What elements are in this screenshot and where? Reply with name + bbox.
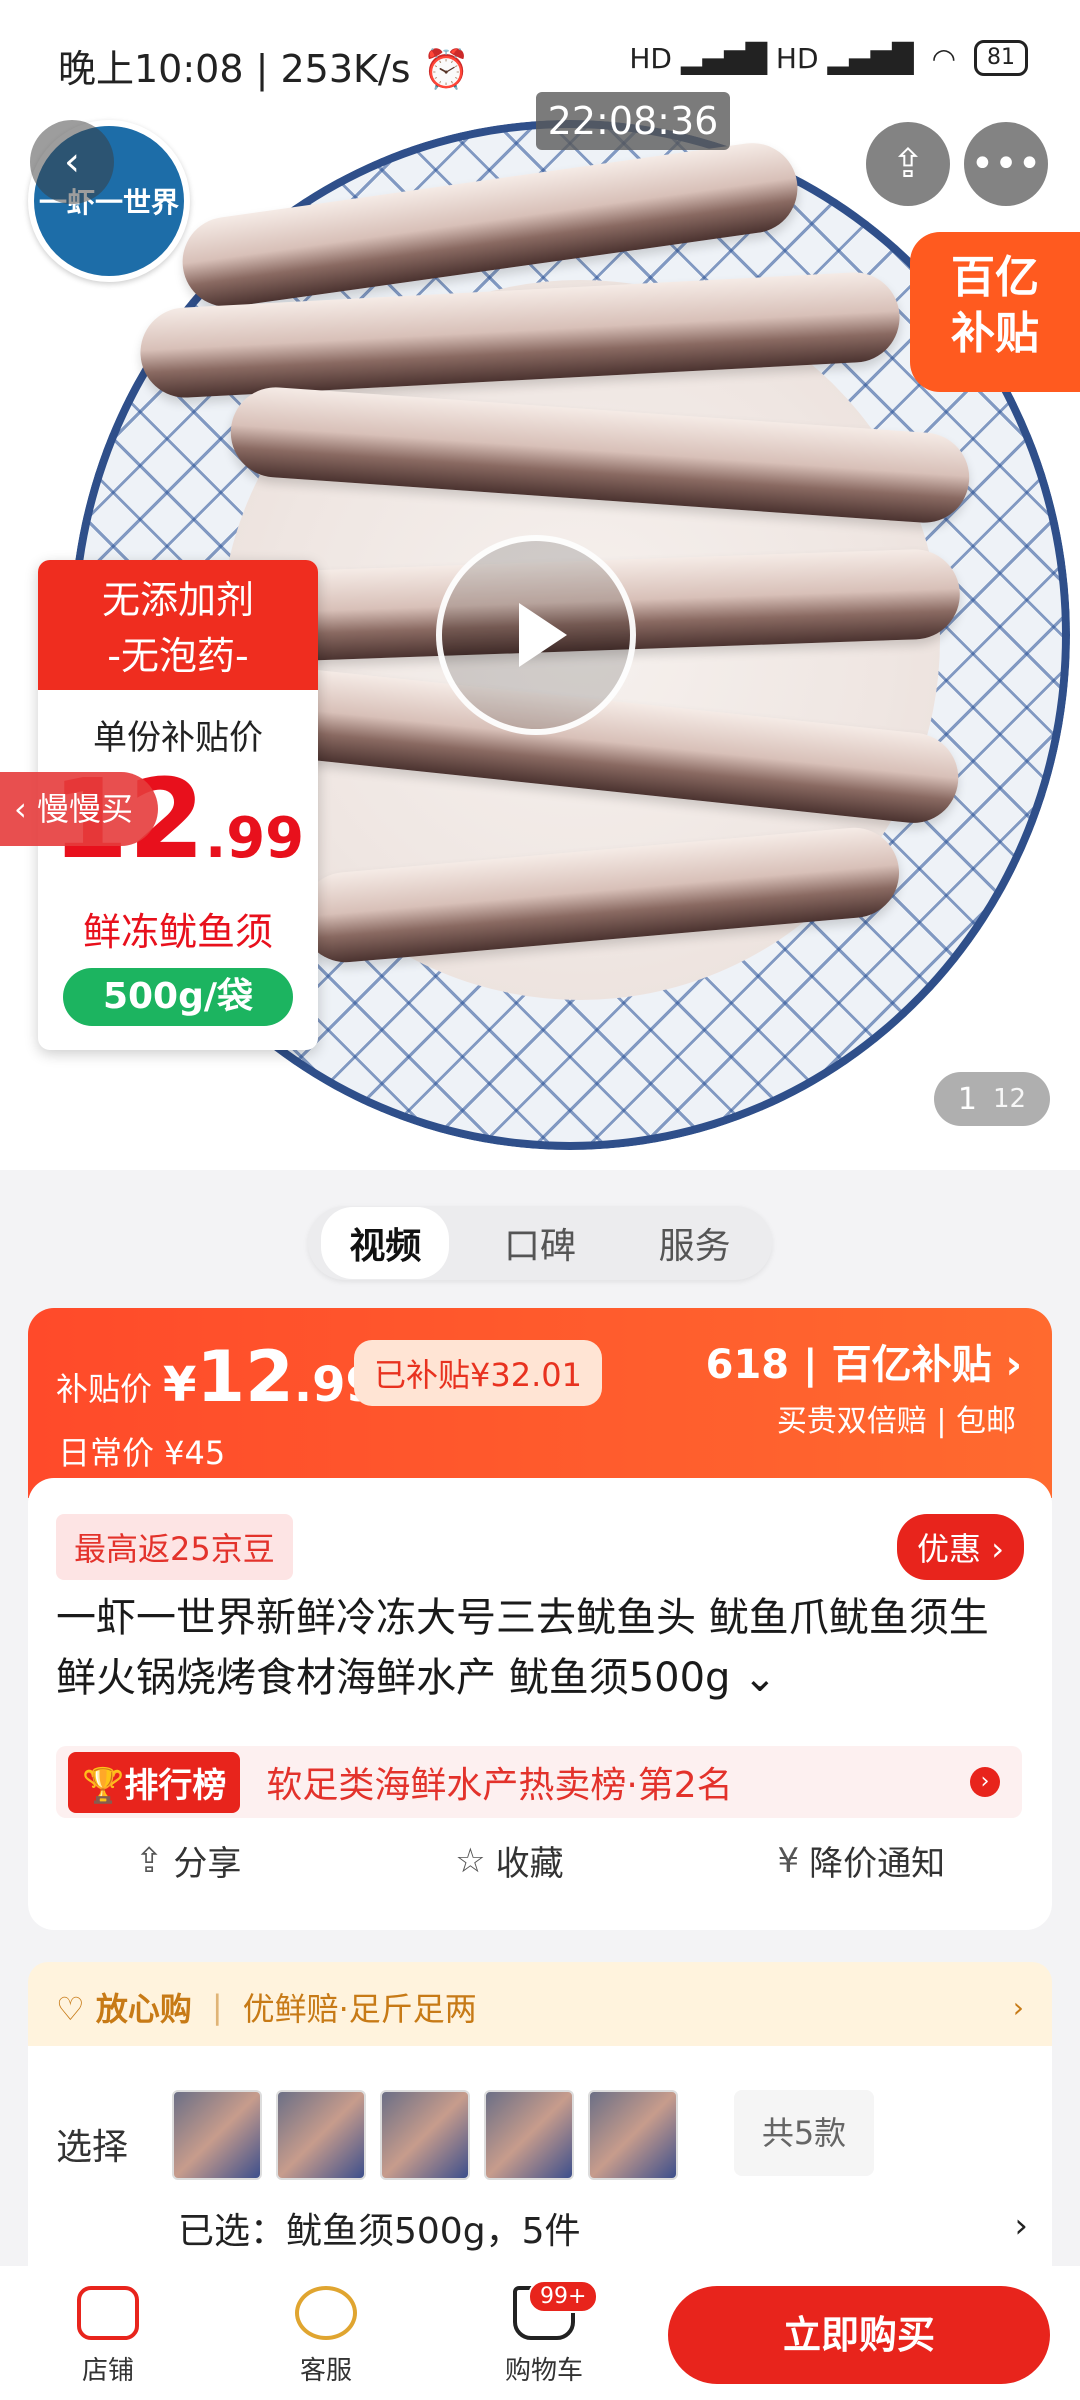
play-video-button[interactable] <box>436 535 636 735</box>
price-banner: 补贴价 ¥12.99 已补贴¥32.01 日常价 ¥45 618 | 百亿补贴 … <box>28 1308 1052 1498</box>
tab-video[interactable]: 视频 <box>321 1207 450 1279</box>
cart-count-badge: 99+ <box>528 2280 599 2313</box>
promo-weight: 500g/袋 <box>63 968 293 1026</box>
shop-icon <box>77 2286 139 2340</box>
page-total: 12 <box>993 1084 1027 1114</box>
promo-label: 单份补贴价 <box>93 718 263 758</box>
nav-cart-label: 购物车 <box>504 2356 583 2386</box>
more-icon: ••• <box>970 141 1042 187</box>
nav-shop-label: 店铺 <box>81 2356 134 2386</box>
promo-head: 无添加剂 -无泡药- <box>38 560 318 690</box>
variant-thumbnail[interactable] <box>588 2090 678 2180</box>
buy-now-button[interactable]: 立即购买 <box>668 2286 1050 2384</box>
select-label: 选择 <box>56 2127 129 2168</box>
status-time: 晚上10:08 | 253K/s ⏰ <box>58 47 470 91</box>
signal-icon: HD ▂▄▆█ HD ▂▄▆█ <box>629 41 914 75</box>
nav-shop[interactable]: 店铺 <box>38 2286 178 2387</box>
more-button[interactable]: ••• <box>964 122 1048 206</box>
video-timestamp: 22:08:36 <box>536 92 730 150</box>
chevron-right-icon: › <box>970 1767 1000 1797</box>
price-drop-icon: ¥ <box>777 1840 800 1881</box>
variant-selector[interactable]: 选择 共5款 已选：鱿鱼须500g，5件 › <box>28 2046 1052 2266</box>
play-icon <box>519 603 567 667</box>
share-icon: ⇪ <box>134 1840 164 1881</box>
battery-icon: 81 <box>974 40 1028 76</box>
chevron-right-icon: › <box>1014 2206 1028 2246</box>
ranking-text: 软足类海鲜水产热卖榜·第2名 <box>266 1765 733 1806</box>
customer-service-icon <box>295 2286 357 2340</box>
subsidy-badge: 百亿 补贴 <box>910 232 1080 392</box>
subsidy-price-int: 12 <box>196 1336 294 1418</box>
page-current: 1 <box>957 1081 977 1117</box>
share-action[interactable]: ⇪ 分享 <box>135 1836 242 1885</box>
share-icon: ⇪ <box>891 141 925 187</box>
slow-buy-tab[interactable]: ‹ 慢慢买 <box>0 772 158 846</box>
subsidy-price: ¥12.99 <box>163 1336 379 1418</box>
nav-service-label: 客服 <box>299 2356 352 2386</box>
share-label: 分享 <box>173 1844 242 1884</box>
assurance-bar[interactable]: ♡ 放心购 | 优鲜赔·足斤足两 › <box>28 1962 1052 2052</box>
divider: | <box>211 1988 223 2026</box>
price-drop-label: 降价通知 <box>809 1844 946 1884</box>
subsidized-amount-badge: 已补贴¥32.01 <box>354 1340 602 1406</box>
variant-thumbnail[interactable] <box>484 2090 574 2180</box>
image-page-indicator: 1 12 <box>934 1072 1050 1126</box>
favorite-label: 收藏 <box>495 1844 564 1884</box>
product-title[interactable]: 一虾一世界新鲜冷冻大号三去鱿鱼头 鱿鱼爪鱿鱼须生鲜火锅烧烤食材海鲜水产 鱿鱼须5… <box>56 1588 1026 1708</box>
guarantee-text: 买贵双倍赔 | 包邮 <box>776 1404 1016 1439</box>
daily-price: 日常价 ¥45 <box>58 1434 226 1472</box>
share-button[interactable]: ⇪ <box>866 122 950 206</box>
promo-name: 鲜冻鱿鱼须 <box>82 910 273 954</box>
tab-reviews[interactable]: 口碑 <box>476 1207 604 1279</box>
selected-variant: 已选：鱿鱼须500g，5件 <box>178 2211 581 2252</box>
subsidy-price-label: 补贴价 <box>56 1370 153 1408</box>
tab-service[interactable]: 服务 <box>631 1207 759 1279</box>
product-info-card: 最高返25京豆 优惠 › 一虾一世界新鲜冷冻大号三去鱿鱼头 鱿鱼爪鱿鱼须生鲜火锅… <box>28 1478 1052 1930</box>
ranking-tag: 🏆排行榜 <box>68 1751 241 1813</box>
currency-symbol: ¥ <box>163 1357 197 1413</box>
wifi-icon: ◠ <box>931 41 956 75</box>
assurance-title: ♡ 放心购 <box>56 1990 192 2028</box>
price-drop-action[interactable]: ¥ 降价通知 <box>777 1836 945 1885</box>
variant-thumbnail[interactable] <box>380 2090 470 2180</box>
product-actions: ⇪ 分享 ☆ 收藏 ¥ 降价通知 <box>28 1836 1052 1885</box>
variant-count[interactable]: 共5款 <box>734 2090 874 2176</box>
jd-beans-badge: 最高返25京豆 <box>56 1514 293 1580</box>
chevron-right-icon: › <box>1012 1990 1024 2024</box>
product-image-carousel[interactable]: 晚上10:08 | 253K/s ⏰ HD ▂▄▆█ HD ▂▄▆█ ◠ 81 … <box>0 0 1080 1170</box>
media-tabs: 视频 口碑 服务 <box>308 1206 772 1280</box>
promo-price-dec: .99 <box>204 806 305 871</box>
favorite-action[interactable]: ☆ 收藏 <box>455 1836 563 1885</box>
billion-subsidy-link[interactable]: 618 | 百亿补贴 › <box>706 1332 1022 1390</box>
star-icon: ☆ <box>455 1840 486 1881</box>
offer-button[interactable]: 优惠 › <box>897 1514 1024 1580</box>
back-button[interactable]: ‹ <box>30 120 114 204</box>
ranking-bar[interactable]: 🏆排行榜 软足类海鲜水产热卖榜·第2名 › <box>56 1746 1022 1818</box>
assurance-detail: 优鲜赔·足斤足两 <box>242 1990 477 2028</box>
variant-thumbnail[interactable] <box>276 2090 366 2180</box>
nav-customer-service[interactable]: 客服 <box>256 2286 396 2387</box>
status-icons: HD ▂▄▆█ HD ▂▄▆█ ◠ 81 <box>629 40 1028 76</box>
variant-thumbnail[interactable] <box>172 2090 262 2180</box>
chevron-left-icon: ‹ <box>64 139 80 185</box>
